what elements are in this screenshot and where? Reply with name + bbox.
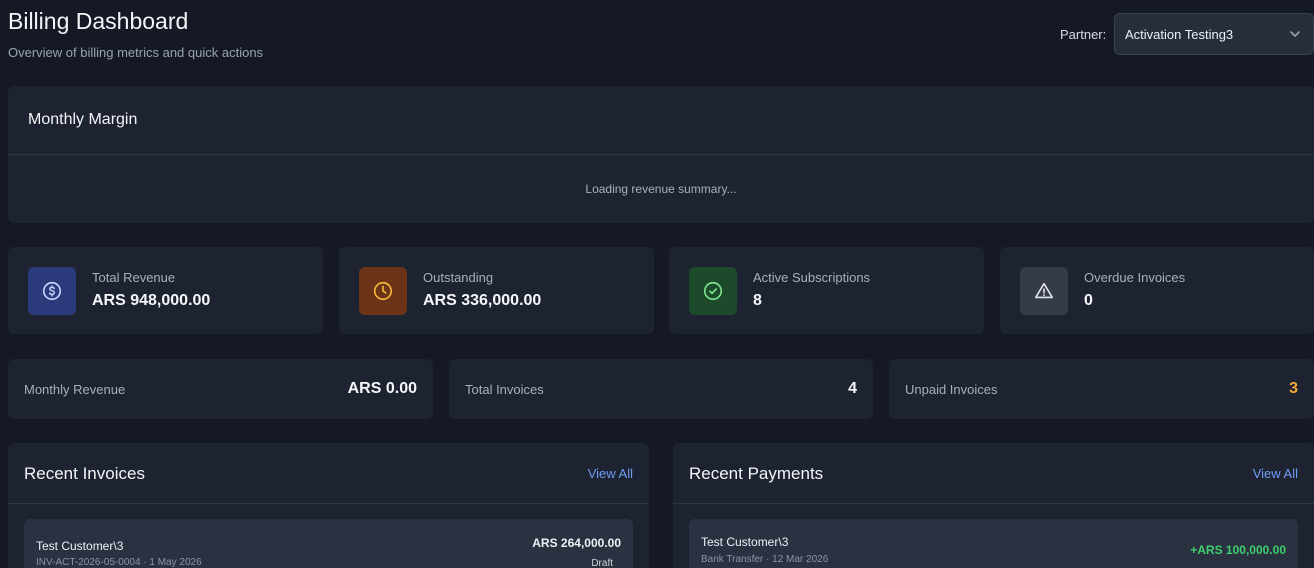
loading-text: Loading revenue summary... bbox=[585, 182, 737, 196]
mini-label: Monthly Revenue bbox=[24, 382, 126, 397]
mini-card-monthly-revenue: Monthly Revenue ARS 0.00 bbox=[8, 359, 433, 419]
dollar-icon bbox=[28, 267, 76, 315]
invoice-status-badge: Draft bbox=[591, 558, 613, 568]
recent-invoices-title: Recent Invoices bbox=[24, 464, 145, 483]
payment-customer: Test Customer\3 bbox=[701, 535, 789, 549]
mini-card-unpaid-invoices: Unpaid Invoices 3 bbox=[889, 359, 1314, 419]
payment-meta: Bank Transfer · 12 Mar 2026 bbox=[701, 554, 829, 565]
mini-card-total-invoices: Total Invoices 4 bbox=[449, 359, 873, 419]
stat-card-active-subscriptions: Active Subscriptions 8 bbox=[669, 247, 984, 334]
stat-value: ARS 336,000.00 bbox=[423, 292, 542, 309]
stat-card-overdue-invoices: Overdue Invoices 0 bbox=[1000, 247, 1314, 334]
partner-label: Partner: bbox=[1060, 27, 1107, 42]
mini-label: Unpaid Invoices bbox=[905, 382, 998, 397]
stat-label: Outstanding bbox=[423, 270, 494, 285]
stat-value: 0 bbox=[1084, 292, 1093, 309]
warning-icon bbox=[1020, 267, 1068, 315]
mini-value: 3 bbox=[1289, 380, 1298, 397]
recent-payments-card: Recent Payments View All Test Customer\3… bbox=[673, 443, 1314, 568]
stat-value: ARS 948,000.00 bbox=[92, 292, 211, 309]
payment-amount: +ARS 100,000.00 bbox=[1190, 543, 1286, 557]
stat-card-outstanding: Outstanding ARS 336,000.00 bbox=[339, 247, 654, 334]
invoice-amount: ARS 264,000.00 bbox=[532, 536, 621, 550]
mini-label: Total Invoices bbox=[465, 382, 544, 397]
view-all-payments-link[interactable]: View All bbox=[1253, 466, 1298, 481]
stat-label: Active Subscriptions bbox=[753, 270, 871, 285]
partner-select[interactable]: Activation Testing3 bbox=[1114, 13, 1314, 55]
mini-value: ARS 0.00 bbox=[347, 380, 417, 397]
chevron-down-icon bbox=[1290, 31, 1300, 37]
payment-list-item[interactable]: Test Customer\3 Bank Transfer · 12 Mar 2… bbox=[689, 519, 1298, 568]
view-all-invoices-link[interactable]: View All bbox=[588, 466, 633, 481]
mini-value: 4 bbox=[848, 380, 857, 397]
monthly-margin-title: Monthly Margin bbox=[28, 111, 138, 128]
divider bbox=[673, 503, 1314, 504]
recent-payments-title: Recent Payments bbox=[689, 464, 824, 483]
divider bbox=[8, 503, 649, 504]
stat-label: Overdue Invoices bbox=[1084, 270, 1186, 285]
invoice-meta: INV-ACT-2026-05-0004 · 1 May 2026 bbox=[36, 557, 202, 568]
page-title: Billing Dashboard bbox=[8, 8, 189, 34]
monthly-margin-card: Monthly Margin Loading revenue summary..… bbox=[8, 86, 1314, 223]
invoice-list-item[interactable]: Test Customer\3 INV-ACT-2026-05-0004 · 1… bbox=[24, 519, 633, 568]
invoice-customer: Test Customer\3 bbox=[36, 539, 124, 553]
recent-invoices-card: Recent Invoices View All Test Customer\3… bbox=[8, 443, 649, 568]
clock-icon bbox=[359, 267, 407, 315]
stat-label: Total Revenue bbox=[92, 270, 176, 285]
stat-card-total-revenue: Total Revenue ARS 948,000.00 bbox=[8, 247, 323, 334]
stat-value: 8 bbox=[753, 292, 762, 309]
check-circle-icon bbox=[689, 267, 737, 315]
page-subtitle: Overview of billing metrics and quick ac… bbox=[8, 45, 264, 60]
partner-select-value: Activation Testing3 bbox=[1125, 26, 1234, 42]
divider bbox=[8, 154, 1314, 155]
